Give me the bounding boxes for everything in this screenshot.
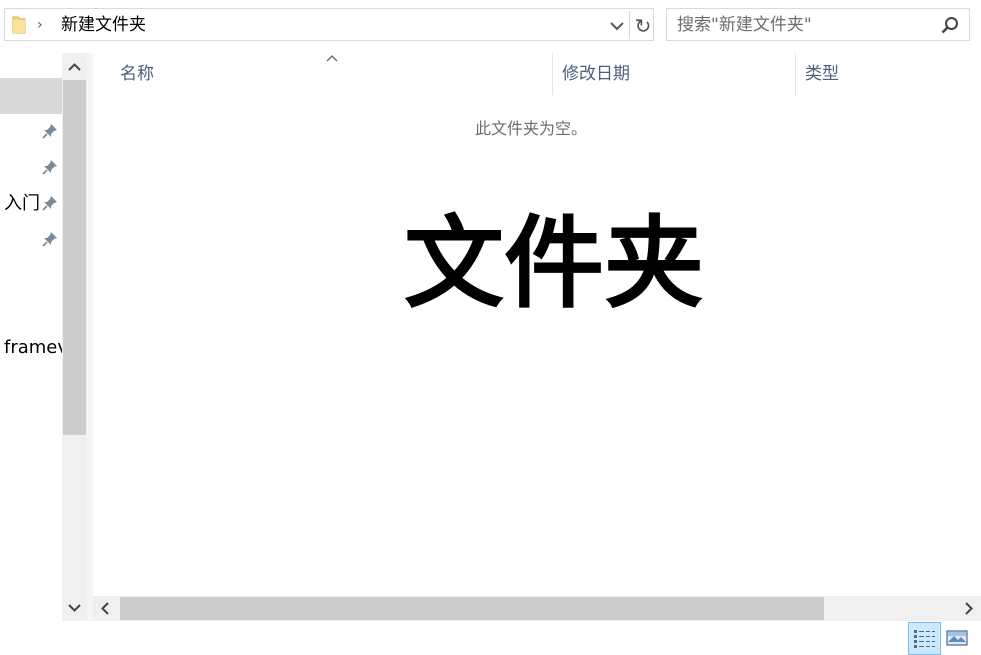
column-header-date-modified[interactable]: 修改日期: [562, 63, 630, 85]
nav-item-quick-access-3[interactable]: 入门: [0, 189, 62, 219]
pin-icon[interactable]: [42, 123, 58, 139]
nav-vertical-scrollbar[interactable]: [62, 53, 87, 621]
search-input[interactable]: 搜索"新建文件夹": [677, 15, 812, 35]
pin-icon[interactable]: [42, 159, 58, 175]
chevron-right-icon[interactable]: ›: [37, 18, 51, 32]
column-divider[interactable]: [552, 53, 553, 95]
scroll-down-icon[interactable]: [62, 595, 87, 620]
column-header-row: 名称 修改日期 类型: [93, 53, 981, 95]
nav-item-framework[interactable]: framev: [4, 337, 62, 359]
refresh-icon[interactable]: ↻: [631, 14, 655, 38]
address-bar[interactable]: › 新建文件夹 ↻: [4, 8, 654, 41]
sort-ascending-icon: [326, 55, 338, 62]
search-icon[interactable]: [941, 16, 959, 34]
empty-folder-message: 此文件夹为空。: [475, 119, 588, 138]
scroll-right-icon[interactable]: [956, 596, 981, 621]
breadcrumb-current[interactable]: 新建文件夹: [61, 15, 146, 35]
pin-icon[interactable]: [42, 195, 58, 211]
address-divider: [629, 11, 630, 39]
column-header-name[interactable]: 名称: [120, 63, 154, 85]
nav-item-quick-access-4[interactable]: [0, 225, 62, 255]
column-divider[interactable]: [795, 53, 796, 95]
scroll-left-icon[interactable]: [93, 596, 118, 621]
pane-divider[interactable]: [87, 53, 93, 621]
scrollbar-thumb[interactable]: [63, 80, 86, 435]
folder-icon: [12, 16, 26, 34]
content-horizontal-scrollbar[interactable]: [93, 596, 981, 621]
search-box[interactable]: 搜索"新建文件夹": [666, 8, 970, 41]
chevron-down-icon[interactable]: [608, 17, 626, 35]
navigation-pane[interactable]: 入门 framev: [0, 53, 62, 621]
large-icons-view-icon: [946, 630, 968, 646]
pin-icon[interactable]: [42, 231, 58, 247]
column-header-type[interactable]: 类型: [805, 63, 839, 85]
large-icons-view-button[interactable]: [943, 625, 971, 651]
scrollbar-thumb[interactable]: [120, 597, 824, 620]
nav-item-quick-access-2[interactable]: [0, 153, 62, 183]
overlay-title: 文件夹: [404, 205, 704, 322]
details-view-icon: [914, 630, 935, 648]
details-view-button[interactable]: [908, 622, 941, 655]
nav-item-quick-access-1[interactable]: [0, 117, 62, 147]
scroll-up-icon[interactable]: [62, 55, 87, 80]
nav-item-label: 入门: [4, 193, 40, 214]
nav-item-selected[interactable]: [0, 78, 62, 114]
